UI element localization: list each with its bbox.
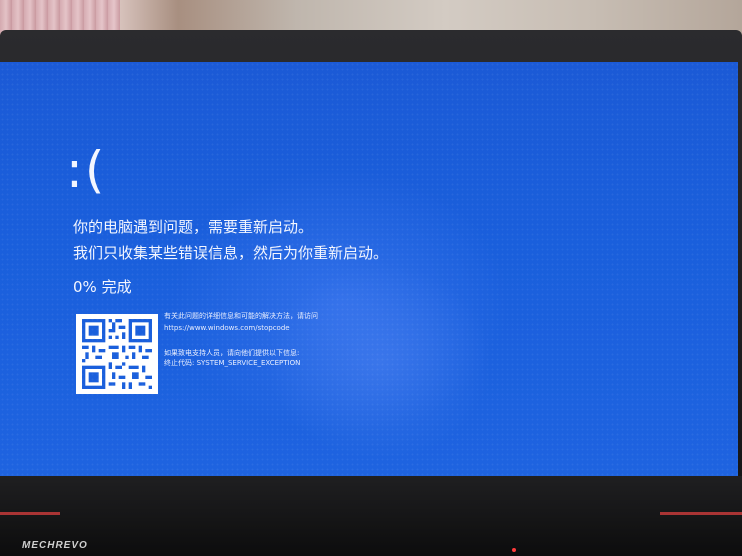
stop-code: 终止代码: SYSTEM_SERVICE_EXCEPTION <box>164 359 301 367</box>
info-link-url[interactable]: https://www.windows.com/stopcode <box>164 324 290 333</box>
error-message-line2: 我们只收集某些错误信息，然后为你重新启动。 <box>73 244 389 262</box>
laptop-bottom-bezel <box>0 476 742 556</box>
progress-text: 0% 完成 <box>73 278 132 296</box>
error-message-line1: 你的电脑遇到问题，需要重新启动。 <box>73 218 314 236</box>
power-led-icon <box>512 548 516 552</box>
qr-code-graphic <box>82 319 152 389</box>
accent-stripe-left <box>0 512 60 515</box>
photo-scene: :( 你的电脑遇到问题，需要重新启动。 我们只收集某些错误信息，然后为你重新启动… <box>0 0 742 556</box>
info-line-support: 如果致电支持人员，请向他们提供以下信息: <box>164 349 300 357</box>
laptop-brand-logo: MECHREVO <box>22 540 88 551</box>
sad-face: :( <box>66 141 107 199</box>
bsod-screen: :( 你的电脑遇到问题，需要重新启动。 我们只收集某些错误信息，然后为你重新启动… <box>0 62 738 476</box>
info-line-details: 有关此问题的详细信息和可能的解决方法，请访问 <box>164 312 318 320</box>
accent-stripe-right <box>660 512 742 515</box>
qr-code-icon <box>76 314 158 394</box>
